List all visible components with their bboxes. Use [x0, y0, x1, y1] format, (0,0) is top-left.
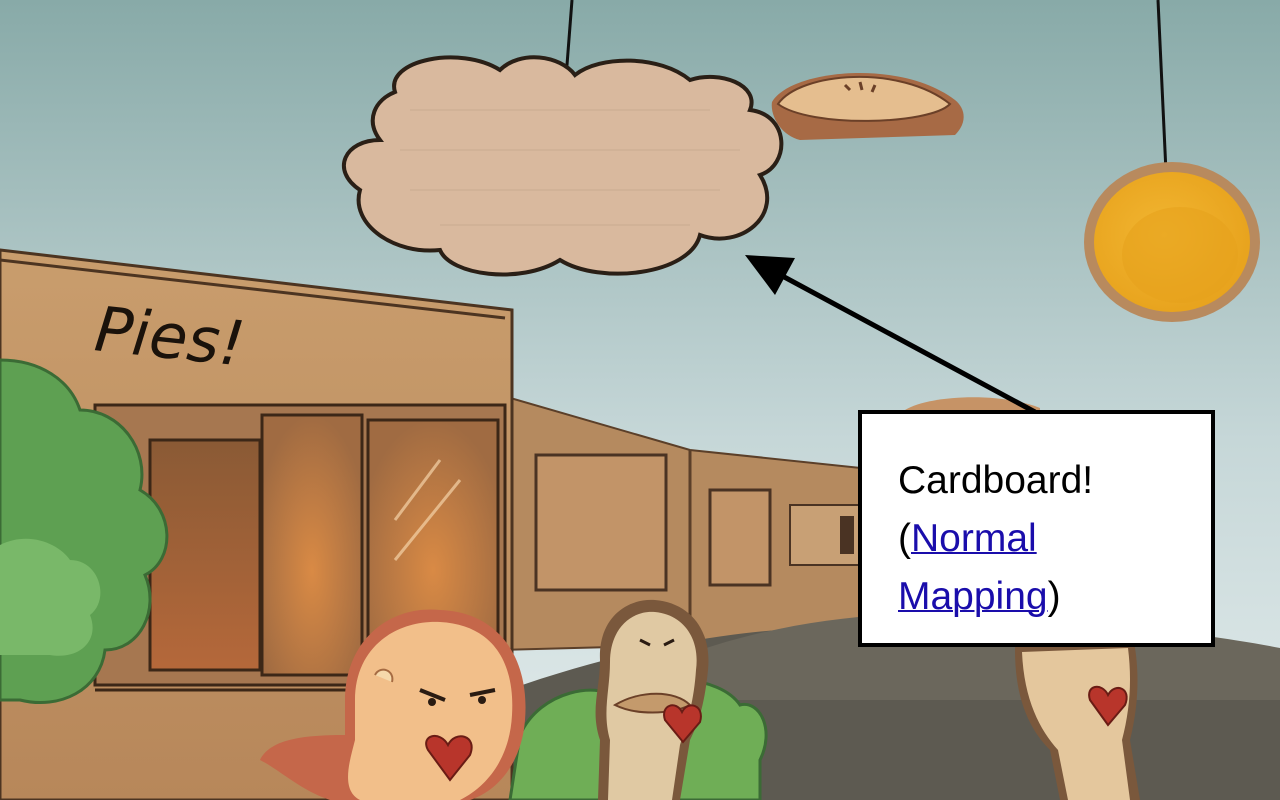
normal-mapping-link-word1[interactable]: Normal	[911, 517, 1037, 560]
callout-link-line-2: Mapping)	[898, 568, 1211, 626]
shop-sign: Pies!	[91, 292, 249, 381]
scene-canvas	[0, 0, 1280, 800]
game-scene: Pies!	[0, 0, 1280, 800]
callout-box: Cardboard! (Normal Mapping)	[858, 410, 1215, 647]
normal-mapping-link-word2[interactable]: Mapping	[898, 575, 1048, 618]
hanging-coin	[1084, 162, 1260, 322]
callout-title: Cardboard!	[898, 459, 1094, 502]
close-paren: )	[1047, 575, 1061, 618]
open-paren: (	[898, 517, 911, 560]
callout-link-line: (Normal	[898, 510, 1211, 568]
